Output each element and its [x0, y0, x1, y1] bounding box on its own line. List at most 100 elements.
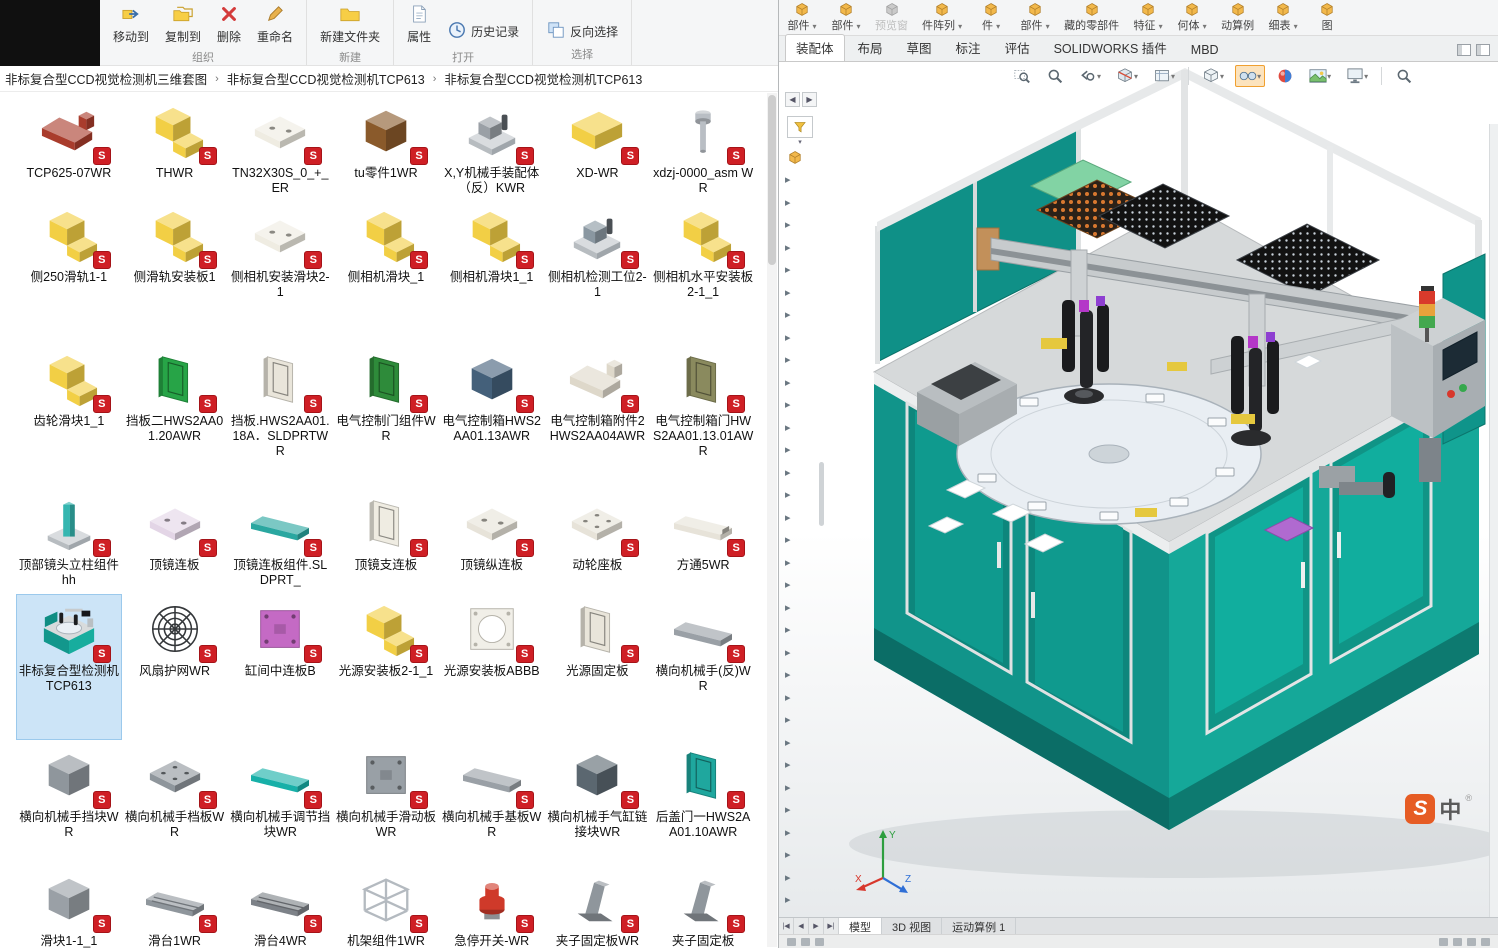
feature-tree-expand-arrow[interactable]: ▸ — [785, 647, 791, 660]
file-item[interactable]: S X,Y机械手装配体（反）KWR — [439, 96, 545, 200]
file-item[interactable]: S 光源固定板 — [545, 594, 651, 740]
file-item[interactable]: S 挡板.HWS2AA01.18A．SLDPRTWR — [227, 344, 333, 488]
file-item[interactable]: S 方通5WR — [650, 488, 756, 594]
file-item[interactable]: S 急停开关-WR — [439, 864, 545, 948]
assembly-root-icon[interactable] — [787, 150, 803, 170]
sw-ribbon-button[interactable]: 预览窗 — [875, 2, 908, 33]
feature-tree-expand-arrow[interactable]: ▸ — [785, 669, 791, 682]
next-pane-icon[interactable]: ▶ — [802, 92, 817, 107]
annotation-views-icon[interactable]: ▾ — [1149, 65, 1179, 87]
file-item[interactable]: S 光源安装板2-1_1 — [333, 594, 439, 740]
feature-tree-expand-arrow[interactable]: ▸ — [785, 534, 791, 547]
file-item[interactable]: S TN32X30S_0_+_ER — [227, 96, 333, 200]
feature-tree-expand-arrow[interactable]: ▸ — [785, 242, 791, 255]
feature-tree-expand-arrow[interactable]: ▸ — [785, 399, 791, 412]
feature-tree-expand-arrow[interactable]: ▸ — [785, 872, 791, 885]
feature-tree-expand-arrow[interactable]: ▸ — [785, 714, 791, 727]
edit-appearance-icon[interactable] — [1272, 65, 1298, 87]
move-to-button[interactable]: 移动到 — [108, 3, 154, 47]
breadcrumb-item[interactable]: 非标复合型CCD视觉检测机TCP613 — [225, 68, 427, 89]
file-item[interactable]: S TCP625-07WR — [16, 96, 122, 200]
sw-ribbon-button[interactable]: 部件 ▾ — [787, 2, 817, 33]
feature-tree-expand-arrow[interactable]: ▸ — [785, 174, 791, 187]
feature-tree-expand-arrow[interactable]: ▸ — [785, 557, 791, 570]
feature-tree-expand-arrow[interactable]: ▸ — [785, 467, 791, 480]
file-item[interactable]: S 横向机械手挡块WR — [16, 740, 122, 864]
sw-ribbon-button[interactable]: 件阵列 ▾ — [922, 2, 962, 33]
sw-ribbon-button[interactable]: 部件 ▾ — [831, 2, 861, 33]
feature-tree-expand-arrow[interactable]: ▸ — [785, 827, 791, 840]
3d-model-view[interactable] — [779, 62, 1498, 917]
breadcrumb-item[interactable]: 非标复合型CCD视觉检测机TCP613 — [442, 68, 644, 89]
sw-ribbon-button[interactable]: 细表 ▾ — [1268, 2, 1298, 33]
file-item[interactable]: S 顶镜纵连板 — [439, 488, 545, 594]
file-item[interactable]: S 顶镜连板组件.SLDPRT_ — [227, 488, 333, 594]
tab-scroller[interactable]: ▶ — [809, 918, 824, 934]
feature-tree-expand-arrow[interactable]: ▸ — [785, 489, 791, 502]
feature-tree-expand-arrow[interactable]: ▸ — [785, 444, 791, 457]
file-item[interactable]: S 夹子固定板 — [650, 864, 756, 948]
sw-ribbon-button[interactable]: 图 — [1312, 2, 1342, 33]
feature-tree-expand-arrow[interactable]: ▸ — [785, 804, 791, 817]
prev-pane-icon[interactable]: ◀ — [785, 92, 800, 107]
pan-icon[interactable] — [1391, 65, 1417, 87]
sw-ribbon-button[interactable]: 何体 ▾ — [1177, 2, 1207, 33]
file-item[interactable]: S 横向机械手滑动板WR — [333, 740, 439, 864]
file-item[interactable]: S 侧相机滑块1_1 — [439, 200, 545, 344]
feature-tree-expand-arrow[interactable]: ▸ — [785, 309, 791, 322]
file-item[interactable]: S 滑台1WR — [122, 864, 228, 948]
file-item[interactable]: S 顶镜连板 — [122, 488, 228, 594]
display-style-icon[interactable]: ▾ — [1198, 65, 1228, 87]
file-item[interactable]: S 滑块1-1_1 — [16, 864, 122, 948]
task-pane-edge[interactable] — [1489, 124, 1498, 917]
zoom-to-area-icon[interactable] — [1042, 65, 1068, 87]
split-pane-icon[interactable] — [1457, 44, 1471, 56]
sw-ribbon-button[interactable]: 动算例 — [1221, 2, 1254, 33]
file-item[interactable]: S 电气控制门组件WR — [333, 344, 439, 488]
feature-tree-expand-arrow[interactable]: ▸ — [785, 692, 791, 705]
copy-to-button[interactable]: 复制到 — [160, 3, 206, 47]
feature-tree-expand-arrow[interactable]: ▸ — [785, 287, 791, 300]
commandmanager-tab[interactable]: SOLIDWORKS 插件 — [1043, 34, 1178, 61]
file-item[interactable]: S 侧250滑轨1-1 — [16, 200, 122, 344]
file-item[interactable]: S 齿轮滑块1_1 — [16, 344, 122, 488]
previous-view-icon[interactable]: ▾ — [1075, 65, 1105, 87]
model-tab[interactable]: 模型 — [839, 918, 882, 934]
model-tab[interactable]: 3D 视图 — [882, 918, 943, 934]
feature-tree-expand-arrow[interactable]: ▸ — [785, 377, 791, 390]
feature-tree-expand-arrow[interactable]: ▸ — [785, 624, 791, 637]
feature-tree-expand-arrow[interactable]: ▸ — [785, 894, 791, 907]
apply-scene-icon[interactable]: ▾ — [1305, 65, 1335, 87]
file-item[interactable]: S 挡板二HWS2AA01.20AWR — [122, 344, 228, 488]
feature-tree-expand-arrow[interactable]: ▸ — [785, 422, 791, 435]
section-view-icon[interactable]: ▾ — [1112, 65, 1142, 87]
properties-button[interactable]: 属性 — [402, 3, 436, 47]
view-settings-icon[interactable]: ▾ — [1342, 65, 1372, 87]
file-item[interactable]: Sxdzj-0000_asm WR — [650, 96, 756, 200]
full-pane-icon[interactable] — [1476, 44, 1490, 56]
tree-filter[interactable]: ▾ — [787, 116, 813, 146]
feature-tree-expand-arrow[interactable]: ▸ — [785, 849, 791, 862]
file-item[interactable]: S 动轮座板 — [545, 488, 651, 594]
feature-tree-expand-arrow[interactable]: ▸ — [785, 264, 791, 277]
feature-tree-expand-arrow[interactable]: ▸ — [785, 512, 791, 525]
file-item[interactable]: S 风扇护网WR — [122, 594, 228, 740]
file-item[interactable]: S 滑台4WR — [227, 864, 333, 948]
invert-selection-button[interactable]: 反向选择 — [541, 19, 623, 44]
feature-tree-expand-arrow[interactable]: ▸ — [785, 602, 791, 615]
file-item[interactable]: S 横向机械手基板WR — [439, 740, 545, 864]
explorer-scrollbar[interactable] — [767, 93, 777, 947]
file-item[interactable]: S 侧滑轨安装板1 — [122, 200, 228, 344]
file-item[interactable]: S THWR — [122, 96, 228, 200]
sw-ribbon-button[interactable]: 部件 ▾ — [1020, 2, 1050, 33]
file-item[interactable]: S 非标复合型检测机TCP613 — [16, 594, 122, 740]
file-item[interactable]: S 侧相机滑块_1 — [333, 200, 439, 344]
tab-scroller[interactable]: ◀ — [794, 918, 809, 934]
commandmanager-tab[interactable]: MBD — [1180, 39, 1230, 61]
tab-scroller[interactable]: |◀ — [779, 918, 794, 934]
breadcrumb-item[interactable]: 非标复合型CCD视觉检测机三维套图 — [3, 68, 209, 89]
featuremanager-splitter[interactable] — [819, 462, 824, 526]
file-item[interactable]: S 缸间中连板B — [227, 594, 333, 740]
sw-ribbon-button[interactable]: 件 ▾ — [976, 2, 1006, 33]
commandmanager-tab[interactable]: 布局 — [847, 34, 894, 61]
